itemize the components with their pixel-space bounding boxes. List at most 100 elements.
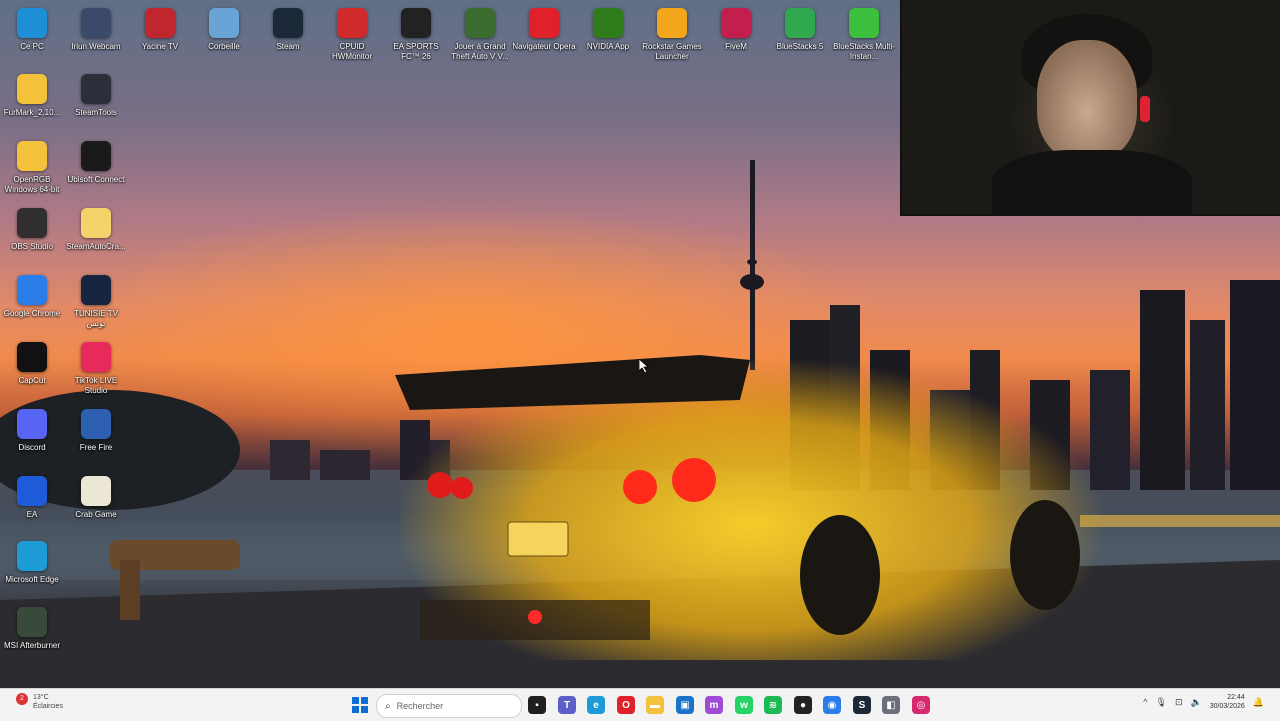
desktop-icon[interactable]: EA [0, 472, 64, 520]
desktop-icon[interactable]: Iriun Webcam [64, 4, 128, 52]
desktop-icon[interactable]: Free Fire [64, 405, 128, 453]
github-taskbar-icon[interactable]: ● [794, 696, 812, 714]
desktop-icon-label: Navigateur Opera [512, 42, 576, 51]
store-taskbar-icon[interactable]: ▣ [676, 696, 694, 714]
desktop-icon-label: Corbeille [208, 42, 240, 51]
desktop-icon[interactable]: OpenRGB Windows 64-bit [0, 137, 64, 194]
desktop-icon[interactable]: TUNISIE TV تونس [64, 271, 128, 328]
ubisoft-icon [81, 141, 111, 171]
desktop-icon[interactable]: Discord [0, 405, 64, 453]
desktop-icon[interactable]: TikTok LIVE Studio [64, 338, 128, 395]
edge-taskbar-icon[interactable]: e [587, 696, 605, 714]
system-tray: ^ 🎙 ⊡ 🔈 22:44 30/03/2026 🔔 [1143, 693, 1264, 711]
headset-icon [1140, 96, 1150, 122]
free-fire-icon [81, 409, 111, 439]
opera-icon [529, 8, 559, 38]
msi-afterburner-icon [17, 607, 47, 637]
desktop-icon[interactable]: Google Chrome [0, 271, 64, 319]
ea-fc-icon [401, 8, 431, 38]
discord-icon [17, 409, 47, 439]
obs-icon [17, 208, 47, 238]
weather-temperature: 13°C [33, 694, 49, 701]
desktop-icon-label: Iriun Webcam [71, 42, 121, 51]
desktop-icon[interactable]: Yacine TV [128, 4, 192, 52]
desktop-icon-label: OpenRGB Windows 64-bit [4, 175, 60, 194]
volume-icon[interactable]: 🔈 [1191, 697, 1202, 708]
folder-icon [17, 74, 47, 104]
teams-taskbar-icon[interactable]: T [558, 696, 576, 714]
desktop-icon[interactable]: MSI Afterburner [0, 603, 64, 651]
bluestacks-multi-icon [849, 8, 879, 38]
desktop-icon-label: Microsoft Edge [5, 575, 59, 584]
taskbar: 2 13°C Éclaircies ⌕ Rechercher ▪ Te O ▬ ▣ m w ≋… [0, 688, 1280, 721]
steam-taskbar-icon[interactable]: S [853, 696, 871, 714]
mouse-cursor-icon [639, 359, 649, 373]
desktop-icon-label: NVIDIA App [586, 42, 630, 51]
start-button[interactable] [352, 697, 368, 713]
tunisie-tv-icon [81, 275, 111, 305]
app-taskbar-icon[interactable]: ◧ [882, 696, 900, 714]
desktop-icon-label: Rockstar Games Launcher [642, 42, 702, 61]
desktop-icon-label: FiveM [725, 42, 747, 51]
notification-bell-icon[interactable]: 🔔 [1253, 697, 1264, 708]
whatsapp-taskbar-icon[interactable]: w [735, 696, 753, 714]
clock-date: 30/03/2026 [1209, 703, 1245, 710]
edge-icon [17, 541, 47, 571]
desktop-icon[interactable]: Microsoft Edge [0, 537, 64, 585]
instagram-taskbar-icon[interactable]: ◎ [912, 696, 930, 714]
spotify-taskbar-icon[interactable]: ≋ [764, 696, 782, 714]
rockstar-icon [657, 8, 687, 38]
webcam-person-face [1037, 40, 1137, 160]
desktop-icon[interactable]: FurMark_2.10... [0, 70, 64, 118]
search-icon: ⌕ [385, 700, 391, 712]
desktop-icon-label: Crab Game [75, 510, 117, 519]
desktop-icon-label: Discord [18, 443, 46, 452]
desktop-icon[interactable]: BlueStacks Multi-Instan... [832, 4, 896, 61]
desktop-icon[interactable]: OBS Studio [0, 204, 64, 252]
desktop-icon[interactable]: NVIDIA App [576, 4, 640, 52]
desktop-icon[interactable]: Ubisoft Connect [64, 137, 128, 185]
desktop-icon[interactable]: Steam [256, 4, 320, 52]
desktop-icon[interactable]: Corbeille [192, 4, 256, 52]
windows-logo-icon [352, 697, 359, 704]
desktop-icon-label: MSI Afterburner [3, 641, 61, 650]
desktop-icon-label: Free Fire [79, 443, 113, 452]
microphone-icon[interactable]: 🎙 [1156, 697, 1167, 708]
weather-description: Éclaircies [33, 703, 63, 710]
desktop-icon[interactable]: Jouer à Grand Theft Auto V V... [448, 4, 512, 61]
nvidia-icon [593, 8, 623, 38]
chevron-up-icon[interactable]: ^ [1143, 697, 1147, 707]
desktop-icon[interactable]: CPUID HWMonitor [320, 4, 384, 61]
computer-icon [17, 8, 47, 38]
recycle-bin-icon [209, 8, 239, 38]
desktop-icon[interactable]: Ce PC [0, 4, 64, 52]
desktop-icon[interactable]: SteamAutoCra... [64, 204, 128, 252]
desktop-icon-label: Steam [276, 42, 300, 51]
desktop-icon[interactable]: Navigateur Opera [512, 4, 576, 52]
desktop-icon-label: TUNISIE TV تونس [74, 309, 118, 328]
crab-game-icon [81, 476, 111, 506]
ea-icon [17, 476, 47, 506]
desktop-icon[interactable]: EA SPORTS FC™ 26 [384, 4, 448, 61]
webcam-person-body [992, 150, 1192, 214]
folder-taskbar-icon[interactable]: ▬ [646, 696, 664, 714]
folder-icon [81, 208, 111, 238]
chrome-taskbar-icon[interactable]: ◉ [823, 696, 841, 714]
steam-icon [273, 8, 303, 38]
taskbar-search-box[interactable]: ⌕ Rechercher [376, 694, 522, 718]
desktop-icon[interactable]: FiveM [704, 4, 768, 52]
weather-widget[interactable]: 2 13°C Éclaircies [16, 693, 63, 711]
file-explorer-taskbar-icon[interactable]: ▪ [528, 696, 546, 714]
messenger-taskbar-icon[interactable]: m [705, 696, 723, 714]
desktop-icon[interactable]: BlueStacks 5 [768, 4, 832, 52]
desktop-icon[interactable]: SteamTools [64, 70, 128, 118]
desktop-icon[interactable]: CapCut [0, 338, 64, 386]
desktop-icon-label: BlueStacks 5 [776, 42, 824, 51]
clock[interactable]: 22:44 30/03/2026 [1210, 693, 1245, 711]
opera-taskbar-icon[interactable]: O [617, 696, 635, 714]
desktop-icon[interactable]: Crab Game [64, 472, 128, 520]
desktop-icon-label: Ce PC [20, 42, 44, 51]
desktop-icon[interactable]: Rockstar Games Launcher [640, 4, 704, 61]
desktop-icon-label: Ubisoft Connect [67, 175, 125, 184]
network-icon[interactable]: ⊡ [1175, 697, 1183, 708]
